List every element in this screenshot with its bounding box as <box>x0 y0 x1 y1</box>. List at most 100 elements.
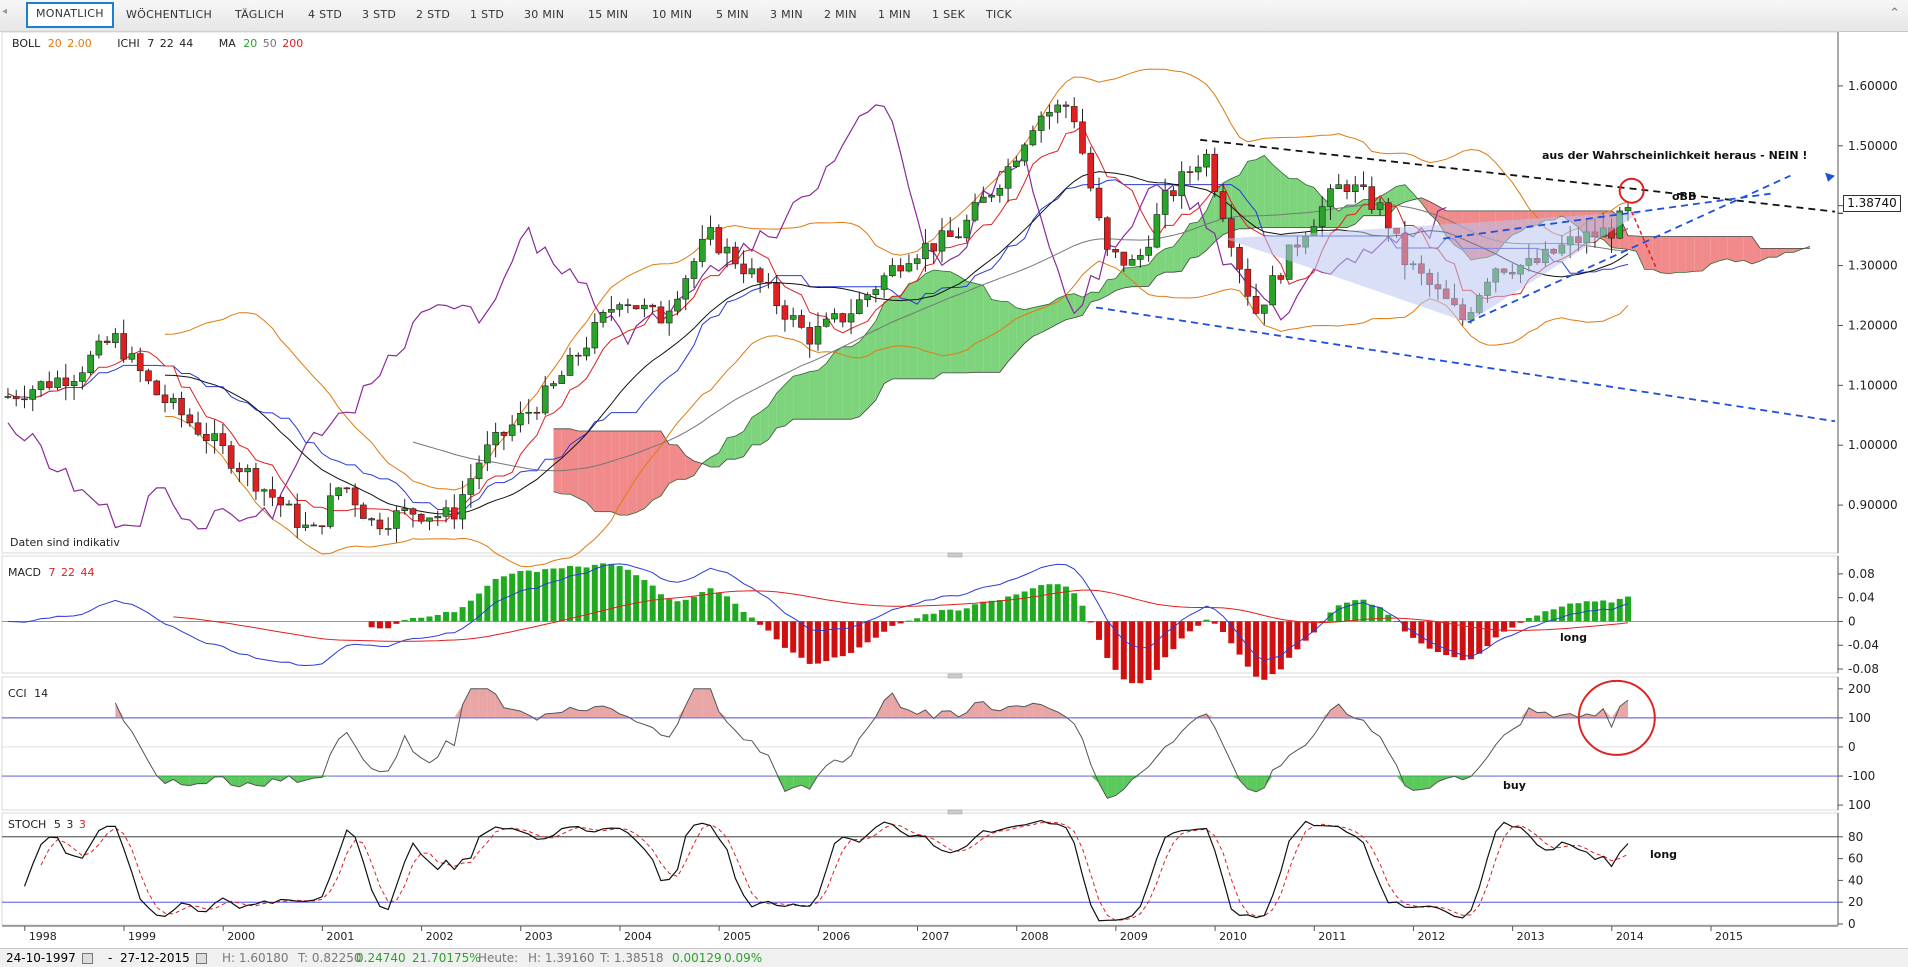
macd-bar <box>1410 621 1416 637</box>
candle-body <box>898 266 904 272</box>
candle-body <box>559 375 565 383</box>
macd-bar <box>1146 621 1152 680</box>
candle-body <box>129 354 135 360</box>
cci-legend: CCI 14 <box>8 687 48 700</box>
candle-body <box>1154 215 1160 248</box>
candle-body <box>964 220 970 238</box>
time-tick-label-8: 2006 <box>822 930 850 943</box>
macd-bar <box>1261 621 1267 679</box>
candle-body <box>393 511 399 529</box>
cci-param1: 14 <box>34 687 48 700</box>
candle-body <box>716 227 722 253</box>
macd-bar <box>542 569 548 621</box>
macd-bar <box>451 612 457 621</box>
candle-body <box>1261 305 1267 313</box>
macd-bar <box>873 621 879 637</box>
candle-body <box>757 269 763 282</box>
macd-bar <box>906 621 912 622</box>
chart-area[interactable]: 1.600001.500001.400001.300001.200001.100… <box>0 0 1908 948</box>
candle-body <box>344 488 350 489</box>
candle-body <box>63 378 69 386</box>
time-tick-label-14: 2012 <box>1417 930 1445 943</box>
time-tick-label-2: 2000 <box>227 930 255 943</box>
candle-body <box>1361 185 1367 187</box>
kumo-segment <box>628 431 636 515</box>
macd-bar <box>782 621 788 647</box>
candle-body <box>1022 145 1028 161</box>
macd-param2: 22 <box>61 566 75 579</box>
candle-body <box>55 378 61 388</box>
cci-overbought-area <box>1016 706 1024 718</box>
candle-body <box>633 306 639 309</box>
candle-body <box>336 488 342 496</box>
candle-body <box>418 514 424 521</box>
macd-bar <box>1253 621 1259 676</box>
kumo-segment <box>975 283 983 372</box>
kumo-segment <box>1289 179 1297 228</box>
candle-body <box>220 434 226 446</box>
status-high: H: 1.60180 <box>222 951 289 965</box>
candle-body <box>1237 247 1243 269</box>
candle-body <box>997 188 1003 195</box>
cci-overbought-area <box>471 689 479 718</box>
cci-tick-label-2: 0 <box>1848 740 1856 754</box>
status-today-change: 0.00129 <box>672 951 722 965</box>
macd-bar <box>559 568 565 621</box>
kumo-segment <box>1140 265 1148 287</box>
candle-body <box>1071 106 1077 121</box>
range-to: 27-12-2015 <box>120 951 190 965</box>
macd-bar <box>658 594 664 621</box>
time-tick-label-6: 2004 <box>624 930 652 943</box>
macd-bar <box>1294 621 1300 649</box>
macd-tick-label-0: 0.08 <box>1848 567 1875 581</box>
macd-bar <box>1427 621 1433 648</box>
candle-body <box>21 399 27 400</box>
macd-bar <box>1179 621 1185 638</box>
price-tick-label-5: 1.10000 <box>1848 378 1898 392</box>
kumo-segment <box>793 374 801 419</box>
macd-bar <box>1220 621 1226 632</box>
candle-body <box>1369 187 1375 210</box>
stoch-tick-label-2: 40 <box>1848 873 1863 887</box>
cci-overbought-area <box>479 689 487 718</box>
panel-splitter-1[interactable] <box>948 674 962 678</box>
macd-legend: MACD 7 22 44 <box>8 566 94 579</box>
macd-bar <box>1559 607 1565 622</box>
cci-tick-label-3: -100 <box>1848 769 1875 783</box>
candle-body <box>278 497 284 505</box>
time-tick-label-7: 2005 <box>723 930 751 943</box>
candle-body <box>1063 105 1069 106</box>
macd-bar <box>608 564 614 621</box>
time-tick-label-5: 2003 <box>525 930 553 943</box>
kumo-segment <box>859 332 867 417</box>
candle-body <box>484 445 490 463</box>
boll-param1: 20 <box>48 37 62 50</box>
candle-body <box>402 509 408 511</box>
panel-splitter-0[interactable] <box>948 553 962 557</box>
candle-body <box>319 526 325 527</box>
kumo-segment <box>1297 179 1305 228</box>
macd-bar <box>369 621 375 627</box>
macd-bar <box>567 566 573 622</box>
candle-body <box>1005 167 1011 189</box>
macd-bar <box>526 571 532 622</box>
cci-oversold-area <box>1421 776 1429 789</box>
candle-body <box>840 314 846 323</box>
kumo-segment <box>1735 236 1743 261</box>
macd-bar <box>476 594 482 622</box>
candle-body <box>1013 161 1019 167</box>
kumo-segment <box>1248 160 1256 229</box>
macd-bar <box>922 614 928 621</box>
candle-body <box>311 525 317 526</box>
panel-splitter-2[interactable] <box>948 810 962 814</box>
boll-name: BOLL <box>12 37 40 50</box>
macd-bar <box>427 616 433 621</box>
candle-body <box>369 519 375 520</box>
candle-body <box>96 341 102 355</box>
candle-body <box>798 315 804 327</box>
candle-body <box>30 390 36 400</box>
macd-bar <box>418 618 424 622</box>
ma-param2: 50 <box>263 37 277 50</box>
candle-body <box>608 309 614 312</box>
kumo-segment <box>1661 236 1669 273</box>
